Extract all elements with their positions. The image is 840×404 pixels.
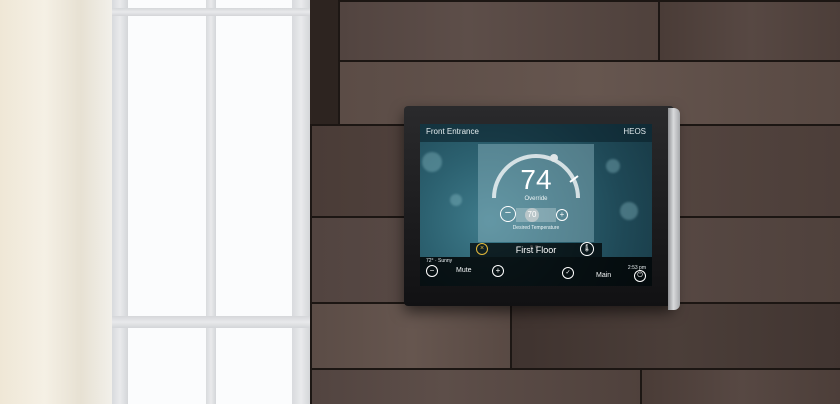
room-title: Front Entrance: [426, 127, 479, 136]
background-bokeh: [422, 152, 442, 172]
heos-logo: HEOS: [623, 127, 646, 136]
setpoint-value: 70: [525, 208, 539, 222]
background-bokeh: [450, 194, 462, 206]
page-indicator: [530, 235, 542, 248]
status-bar: [420, 257, 652, 286]
source-icon[interactable]: ✓: [562, 267, 574, 279]
touch-screen: Front Entrance HEOS 74 Override − 70 + D…: [420, 124, 652, 286]
mute-label[interactable]: Mute: [456, 267, 472, 274]
wood-plank: [310, 368, 642, 404]
wood-plank: [640, 368, 840, 404]
power-icon[interactable]: ⏻: [634, 270, 646, 282]
window-background: [0, 0, 310, 404]
increase-temperature-button[interactable]: +: [556, 209, 568, 221]
background-bokeh: [606, 159, 620, 173]
main-label[interactable]: Main: [596, 272, 611, 279]
wood-plank: [310, 302, 512, 370]
mode-label: Override: [524, 196, 548, 202]
zone-name[interactable]: First Floor: [500, 245, 572, 255]
thermometer-icon[interactable]: 🌡: [580, 242, 594, 256]
device-side-edge: [668, 108, 680, 310]
setpoint-label: Desired Temperature: [512, 225, 560, 231]
wood-plank: [338, 0, 660, 62]
weather-readout: 72° · Sunny: [426, 258, 453, 264]
volume-up-icon[interactable]: +: [492, 265, 504, 277]
window-mullion: [112, 316, 310, 328]
window-frame-left: [0, 0, 112, 404]
background-bokeh: [620, 202, 638, 220]
volume-down-icon[interactable]: −: [426, 265, 438, 277]
window-mullion: [206, 0, 216, 404]
wood-plank: [658, 0, 840, 62]
close-icon[interactable]: ×: [476, 243, 488, 255]
window-mullion: [292, 0, 310, 404]
current-temperature: 74: [520, 164, 552, 195]
window-mullion: [112, 8, 310, 16]
window-mullion: [112, 0, 128, 404]
decrease-temperature-button[interactable]: −: [500, 206, 516, 222]
wood-plank: [510, 302, 840, 370]
